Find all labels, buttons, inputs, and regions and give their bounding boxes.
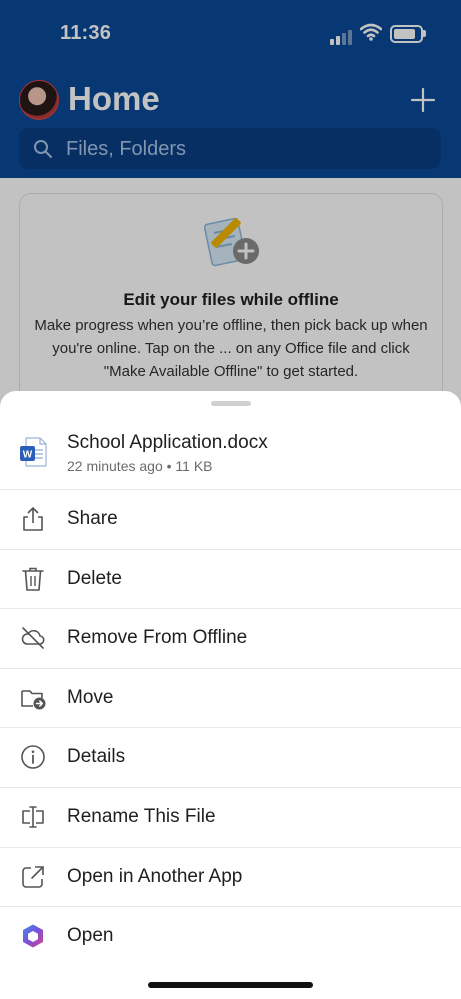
file-meta: 22 minutes ago • 11 KB [67, 458, 213, 474]
open-in-another-app-label: Open in Another App [67, 865, 243, 887]
details-label: Details [67, 746, 126, 768]
details-button[interactable]: Details [0, 727, 461, 787]
file-header: W School Application.docx 22 minutes ago… [0, 419, 461, 489]
office-app-icon [23, 924, 43, 948]
open-external-icon [22, 865, 44, 888]
share-button[interactable]: Share [0, 489, 461, 549]
rename-icon [22, 806, 44, 828]
share-icon [23, 507, 43, 531]
delete-button[interactable]: Delete [0, 548, 461, 609]
move-label: Move [67, 686, 114, 708]
svg-text:W: W [23, 450, 33, 461]
delete-label: Delete [67, 567, 122, 589]
info-icon [21, 745, 45, 770]
folder-move-icon [21, 689, 46, 710]
home-indicator [148, 982, 313, 988]
cloud-off-icon [21, 627, 45, 649]
open-in-another-app-button[interactable]: Open in Another App [0, 846, 461, 907]
remove-from-offline-label: Remove From Offline [67, 627, 248, 649]
sheet-grabber[interactable] [211, 401, 251, 406]
remove-from-offline-button[interactable]: Remove From Offline [0, 608, 461, 668]
open-button[interactable]: Open [0, 906, 461, 966]
move-button[interactable]: Move [0, 667, 461, 728]
action-sheet: W School Application.docx 22 minutes ago… [0, 391, 461, 999]
share-label: Share [67, 508, 118, 529]
trash-icon [22, 567, 44, 591]
word-document-icon: W [20, 437, 47, 467]
rename-label: Rename This File [67, 805, 216, 827]
open-label: Open [67, 925, 114, 947]
action-menu: Share Delete Remove From Offline Move De… [0, 489, 461, 966]
rename-button[interactable]: Rename This File [0, 786, 461, 847]
file-name: School Application.docx [67, 432, 268, 453]
